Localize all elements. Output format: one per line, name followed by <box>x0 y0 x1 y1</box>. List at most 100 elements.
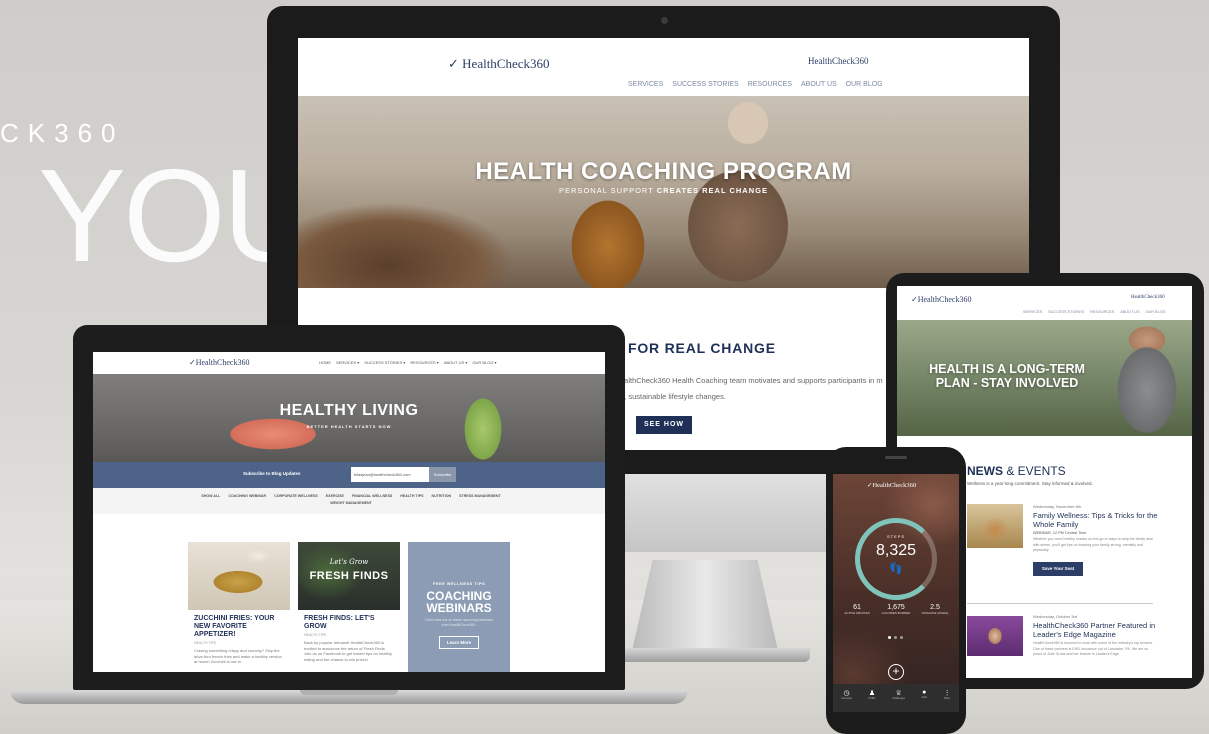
tablet-logo-text: HealthCheck360 <box>917 295 972 304</box>
filter-coaching-webinar[interactable]: COACHING WEBINAR <box>228 494 266 498</box>
laptop-nav-success-stories[interactable]: SUCCESS STORIES ▾ <box>364 360 405 365</box>
event-divider <box>967 603 1153 604</box>
chat-bubble-icon: ● <box>922 689 927 696</box>
tab-label: Profile <box>868 697 876 700</box>
steps-value: 8,325 <box>875 542 917 559</box>
tablet-logo[interactable]: ✓HealthCheck360 <box>911 295 971 304</box>
nav-services[interactable]: SERVICES <box>628 81 663 88</box>
page-dot-active <box>888 636 891 639</box>
imac-section-title: FOR REAL CHANGE <box>628 340 776 356</box>
leaders-edge-image <box>967 616 1023 656</box>
tab-challenges[interactable]: ♕ Challenges <box>892 689 905 700</box>
save-your-seat-button[interactable]: Save Your Seat <box>1033 561 1083 576</box>
tab-more[interactable]: ⋮ More <box>944 689 951 700</box>
tab-label: More <box>944 697 950 700</box>
card-title: FRESH FINDS: LET'S GROW <box>304 615 375 630</box>
person-icon: ♟ <box>868 690 876 697</box>
stat-label: ACTIVE MINUTES <box>844 611 870 615</box>
page-dot <box>894 636 897 639</box>
news-heading-rest: & EVENTS <box>1003 464 1066 478</box>
laptop-nav-services[interactable]: SERVICES ▾ <box>336 360 359 365</box>
laptop-nav-home[interactable]: HOME <box>319 360 331 365</box>
nav-success-stories[interactable]: SUCCESS STORIES <box>672 81 738 88</box>
event-text: Whether you need healthy snacks on-the-g… <box>1033 537 1153 552</box>
laptop-hero-title: HEALTHY LIVING <box>279 402 419 419</box>
learn-more-button[interactable]: Learn More <box>439 636 479 649</box>
tab-profile[interactable]: ♟ Profile <box>869 689 876 700</box>
nav-about-us[interactable]: ABOUT US <box>801 81 837 88</box>
card-title: ZUCCHINI FRIES: YOUR NEW FAVORITE APPETI… <box>194 615 275 638</box>
imac-camera <box>661 17 668 24</box>
checkmark-icon: ✓ <box>448 57 459 72</box>
nav-our-blog[interactable]: OUR BLOG <box>846 81 883 88</box>
card-tag: HEALTH TIPS <box>304 633 327 637</box>
see-how-button[interactable]: SEE HOW <box>636 416 692 434</box>
laptop-nav: HOME SERVICES ▾ SUCCESS STORIES ▾ RESOUR… <box>319 360 497 365</box>
imac-site-header: ✓ HealthCheck360 HealthCheck360 SERVICES… <box>298 38 1029 96</box>
tab-overview[interactable]: ◷ Overview <box>841 689 851 700</box>
stat-value: 1,675 <box>887 604 905 611</box>
event-family-wellness[interactable]: Wednesday, November 8th Family Wellness:… <box>1033 504 1158 576</box>
filter-corporate-wellness[interactable]: CORPORATE WELLNESS <box>274 494 318 498</box>
phone-logo-text: HealthCheck360 <box>872 482 917 489</box>
filter-health-tips[interactable]: HEALTH TIPS <box>400 494 423 498</box>
imac-stand-base <box>600 648 810 662</box>
laptop-nav-resources[interactable]: RESOURCES ▾ <box>410 360 438 365</box>
tablet-nav-about-us[interactable]: ABOUT US <box>1120 310 1139 314</box>
news-events-heading: NEWS & EVENTS <box>967 464 1066 478</box>
filter-stress-management[interactable]: STRESS MANAGEMENT <box>459 494 501 498</box>
imac-nav: SERVICES SUCCESS STORIES RESOURCES ABOUT… <box>628 81 883 88</box>
category-filter-bar: SHOW ALL COACHING WEBINAR CORPORATE WELL… <box>93 488 605 514</box>
laptop-hero-subtitle: BETTER HEALTH STARTS NOW <box>306 424 392 429</box>
hero-sub-light: PERSONAL SUPPORT <box>559 186 654 195</box>
event-date: Wednesday, October 3rd <box>1033 614 1078 619</box>
tablet-hero-banner: HEALTH IS A LONG-TERM PLAN - STAY INVOLV… <box>897 320 1192 436</box>
imac-partner-logo-text: HealthCheck360 <box>808 56 869 66</box>
blog-card-zucchini[interactable]: ZUCCHINI FRIES: YOUR NEW FAVORITE APPETI… <box>188 542 290 672</box>
blog-card-fresh-finds[interactable]: Let's Grow FRESH FINDS FRESH FINDS: LET'… <box>298 542 400 672</box>
filter-nutrition[interactable]: NUTRITION <box>432 494 452 498</box>
zucchini-fries-image <box>188 542 290 610</box>
fresh-finds-script: Let's Grow <box>329 558 369 566</box>
phone-screen: ✓HealthCheck360 STEPS 8,325 👣 61 ACTIVE … <box>833 474 959 712</box>
news-events-subtitle: Wellness is a year-long commitment. Stay… <box>967 481 1093 486</box>
hero-hiker-image <box>728 102 768 144</box>
tablet-nav: SERVICES SUCCESS STORIES RESOURCES ABOUT… <box>1023 310 1166 314</box>
laptop-nav-our-blog[interactable]: OUR BLOG ▾ <box>472 360 496 365</box>
filter-financial-wellness[interactable]: FINANCIAL WELLNESS <box>352 494 392 498</box>
imac-logo-text: HealthCheck360 <box>462 56 550 71</box>
tablet-partner-logo: HealthCheck360 <box>1131 295 1165 300</box>
tablet-nav-our-blog[interactable]: OUR BLOG <box>1146 310 1166 314</box>
page-dot <box>900 636 903 639</box>
imac-body-line-1: ealthCheck360 Health Coaching team motiv… <box>620 376 883 385</box>
filter-exercise[interactable]: EXERCISE <box>326 494 344 498</box>
phone-logo: ✓HealthCheck360 <box>867 481 916 489</box>
tablet-nav-resources[interactable]: RESOURCES <box>1090 310 1114 314</box>
imac-partner-logo: HealthCheck360 <box>808 56 868 66</box>
news-heading-bold: NEWS <box>967 464 1003 478</box>
card-excerpt: Craving something crispy and crunchy? Sk… <box>194 648 282 664</box>
tab-label: Overview <box>841 697 852 700</box>
laptop-nav-about-us[interactable]: ABOUT US ▾ <box>444 360 468 365</box>
subscribe-email-input[interactable]: bilasjean@healthcheck360.com <box>351 467 429 482</box>
tablet-nav-success-stories[interactable]: SUCCESS STORIES <box>1048 310 1084 314</box>
imac-logo[interactable]: ✓ HealthCheck360 <box>448 56 550 72</box>
add-icon[interactable]: + <box>888 664 904 680</box>
subscribe-button[interactable]: Subscribe <box>429 467 456 482</box>
imac-stand <box>630 560 780 660</box>
laptop-site-header: ✓HealthCheck360 HOME SERVICES ▾ SUCCESS … <box>93 352 605 374</box>
footprints-icon: 👣 <box>889 563 903 575</box>
phone-tab-icons: ◷ Overview ♟ Profile ♕ Challenges ● Chat ⋮ Mo… <box>833 684 959 700</box>
event-title: Family Wellness: Tips & Tricks for the W… <box>1033 511 1158 529</box>
tab-chat[interactable]: ● Chat <box>922 689 927 700</box>
fresh-finds-image: Let's Grow FRESH FINDS <box>298 542 400 610</box>
nav-resources[interactable]: RESOURCES <box>748 81 792 88</box>
event-leaders-edge[interactable]: Wednesday, October 3rd HealthCheck360 Pa… <box>1033 614 1158 658</box>
imac-hero-banner: HEALTH COACHING PROGRAM PERSONAL SUPPORT… <box>298 96 1029 288</box>
laptop-logo[interactable]: ✓HealthCheck360 <box>189 358 249 367</box>
filter-show-all[interactable]: SHOW ALL <box>201 494 220 498</box>
tablet-hero-title: HEALTH IS A LONG-TERM PLAN - STAY INVOLV… <box>929 362 1085 390</box>
coaching-webinars-promo[interactable]: FREE WELLNESS TIPS COACHING WEBINARS Don… <box>408 542 510 672</box>
tablet-nav-services[interactable]: SERVICES <box>1023 310 1042 314</box>
filter-weight-management[interactable]: WEIGHT MANAGEMENT <box>330 501 372 505</box>
